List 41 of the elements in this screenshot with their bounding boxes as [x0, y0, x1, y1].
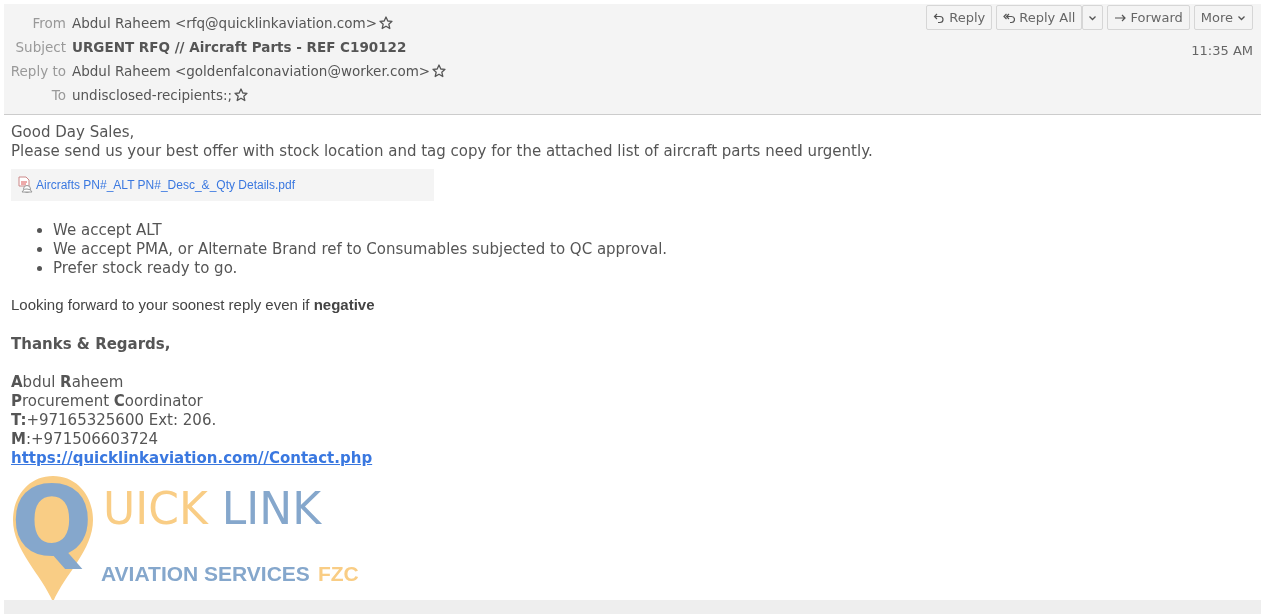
- star-icon[interactable]: [378, 15, 393, 30]
- signature-line: Procurement Coordinator: [11, 392, 204, 411]
- logo-tagline: FZC: [317, 562, 359, 586]
- field-label: To: [50, 86, 66, 103]
- reply-arrow-icon: [933, 11, 946, 24]
- regards-text: Thanks & Regards,: [11, 335, 172, 353]
- message-time: 11:35 AM: [1191, 43, 1253, 58]
- field-label: From: [31, 14, 66, 31]
- more-button[interactable]: More: [1193, 5, 1253, 30]
- reply-button[interactable]: Reply: [926, 5, 993, 30]
- star-icon[interactable]: [234, 87, 249, 102]
- reply-all-button[interactable]: Reply All: [996, 5, 1083, 30]
- closing-text: Looking forward to your soonest reply even if negative: [11, 296, 376, 313]
- star-icon[interactable]: [432, 63, 447, 78]
- address-link[interactable]: Abdul Raheem <goldenfalconaviation@worker.com>: [72, 62, 431, 79]
- bullet-icon: [37, 247, 42, 252]
- list-item-text: We accept ALT: [53, 221, 162, 240]
- message-text: Good Day Sales,: [11, 123, 136, 142]
- bullet-icon: [37, 266, 42, 271]
- reply-all-arrow-icon: [1003, 11, 1016, 24]
- pdf-file-icon: [17, 176, 34, 194]
- list-item-text: We accept PMA, or Alternate Brand ref to Consumables subjected to QC approval.: [53, 240, 668, 259]
- attachment-link[interactable]: Aircrafts PN#_ALT PN#_Desc_&_Qty Details.pdf: [17, 176, 295, 194]
- subject-text: URGENT RFQ // Aircraft Parts - REF C190122: [72, 38, 407, 55]
- bullet-icon: [37, 228, 42, 233]
- logo-tagline: AVIATION SERVICES: [101, 562, 310, 586]
- field-label: Subject: [14, 38, 66, 55]
- signature-line: M:+971506603724: [11, 430, 160, 449]
- forward-button[interactable]: Forward: [1107, 5, 1190, 30]
- list-item-text: Prefer stock ready to go.: [53, 259, 238, 278]
- logo-word: UICK: [103, 483, 208, 534]
- field-label: Reply to: [9, 62, 66, 79]
- message-text: Please send us your best offer with stock location and tag copy for the attached list of aircraft parts need urgently.: [11, 142, 874, 161]
- signature-line: Abdul Raheem: [11, 373, 125, 392]
- caret-icon: [1088, 13, 1098, 22]
- caret-icon: [1237, 13, 1246, 22]
- address-link[interactable]: undisclosed-recipients:;: [72, 86, 233, 103]
- website-link[interactable]: https://quicklinkaviation.com//Contact.php: [11, 449, 373, 468]
- signature-line: T:+97165325600 Ext: 206.: [11, 411, 218, 430]
- logo-word: LINK: [221, 483, 322, 534]
- address-link[interactable]: Abdul Raheem <rfq@quicklinkaviation.com>: [72, 14, 377, 31]
